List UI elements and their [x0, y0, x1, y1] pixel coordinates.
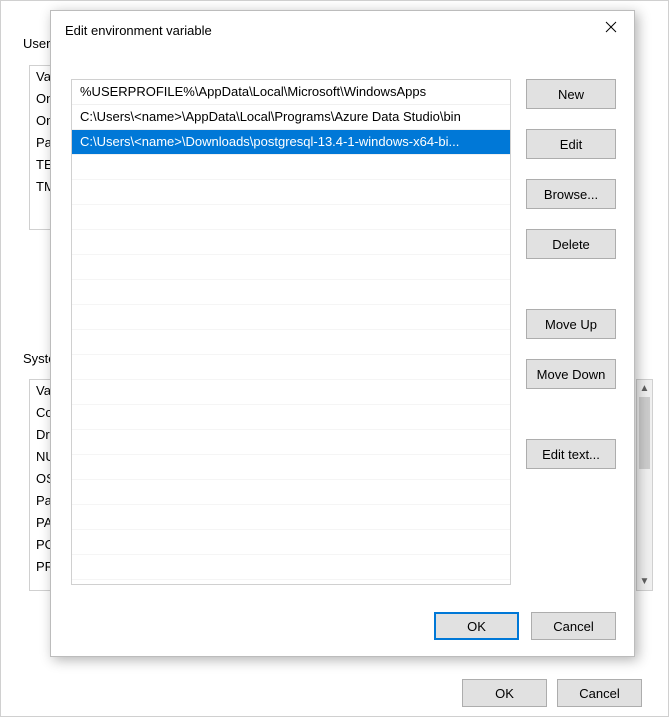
user-var-row-fragment[interactable]: Va: [30, 66, 50, 88]
path-entry-empty[interactable]: [72, 230, 510, 255]
system-vars-list-fragment[interactable]: VaCoDriNUOSPatPAPOPR: [29, 379, 51, 591]
path-entry-empty[interactable]: [72, 430, 510, 455]
ok-button[interactable]: OK: [434, 612, 519, 640]
path-entry-empty[interactable]: [72, 255, 510, 280]
path-entry-empty[interactable]: [72, 555, 510, 580]
system-var-row-fragment[interactable]: Pat: [30, 490, 50, 512]
system-var-row-fragment[interactable]: OS: [30, 468, 50, 490]
user-var-row-fragment[interactable]: On: [30, 110, 50, 132]
scroll-thumb[interactable]: [639, 397, 650, 469]
user-vars-label: User: [23, 36, 50, 51]
browse-button[interactable]: Browse...: [526, 179, 616, 209]
parent-ok-button[interactable]: OK: [462, 679, 547, 707]
close-icon: [605, 21, 617, 33]
system-var-row-fragment[interactable]: PR: [30, 556, 50, 578]
edit-env-variable-dialog: Edit environment variable %USERPROFILE%\…: [50, 10, 635, 657]
system-var-row-fragment[interactable]: Va: [30, 380, 50, 402]
user-var-row-fragment[interactable]: Pat: [30, 132, 50, 154]
close-button[interactable]: [588, 11, 634, 43]
path-entry-empty[interactable]: [72, 205, 510, 230]
move-down-button[interactable]: Move Down: [526, 359, 616, 389]
cancel-button[interactable]: Cancel: [531, 612, 616, 640]
user-vars-list-fragment[interactable]: VaOnOnPatTETM: [29, 65, 51, 230]
path-entry-empty[interactable]: [72, 330, 510, 355]
new-button[interactable]: New: [526, 79, 616, 109]
system-var-row-fragment[interactable]: Co: [30, 402, 50, 424]
path-entry-empty[interactable]: [72, 530, 510, 555]
system-var-row-fragment[interactable]: PA: [30, 512, 50, 534]
system-var-row-fragment[interactable]: PO: [30, 534, 50, 556]
path-entries-list[interactable]: %USERPROFILE%\AppData\Local\Microsoft\Wi…: [71, 79, 511, 585]
system-var-row-fragment[interactable]: Dri: [30, 424, 50, 446]
delete-button[interactable]: Delete: [526, 229, 616, 259]
path-entry[interactable]: %USERPROFILE%\AppData\Local\Microsoft\Wi…: [72, 80, 510, 105]
path-entry[interactable]: C:\Users\<name>\Downloads\postgresql-13.…: [72, 130, 510, 155]
edit-button[interactable]: Edit: [526, 129, 616, 159]
user-var-row-fragment[interactable]: On: [30, 88, 50, 110]
system-vars-scrollbar[interactable]: ▲ ▼: [636, 379, 653, 591]
path-entry-empty[interactable]: [72, 505, 510, 530]
path-entry-empty[interactable]: [72, 305, 510, 330]
dialog-title: Edit environment variable: [65, 23, 212, 38]
path-entry-empty[interactable]: [72, 455, 510, 480]
scroll-down-arrow-icon[interactable]: ▼: [637, 573, 652, 590]
path-entry[interactable]: C:\Users\<name>\AppData\Local\Programs\A…: [72, 105, 510, 130]
move-up-button[interactable]: Move Up: [526, 309, 616, 339]
system-var-row-fragment[interactable]: NU: [30, 446, 50, 468]
path-entry-empty[interactable]: [72, 355, 510, 380]
dialog-footer: OK Cancel: [434, 612, 616, 640]
path-entry-empty[interactable]: [72, 180, 510, 205]
user-var-row-fragment[interactable]: TM: [30, 176, 50, 198]
user-var-row-fragment[interactable]: TE: [30, 154, 50, 176]
edit-text-button[interactable]: Edit text...: [526, 439, 616, 469]
path-entry-empty[interactable]: [72, 405, 510, 430]
path-entry-empty[interactable]: [72, 380, 510, 405]
action-button-column: New Edit Browse... Delete Move Up Move D…: [526, 79, 616, 469]
scroll-up-arrow-icon[interactable]: ▲: [637, 380, 652, 397]
path-entry-empty[interactable]: [72, 280, 510, 305]
path-entry-empty[interactable]: [72, 155, 510, 180]
parent-cancel-button[interactable]: Cancel: [557, 679, 642, 707]
path-entry-empty[interactable]: [72, 480, 510, 505]
